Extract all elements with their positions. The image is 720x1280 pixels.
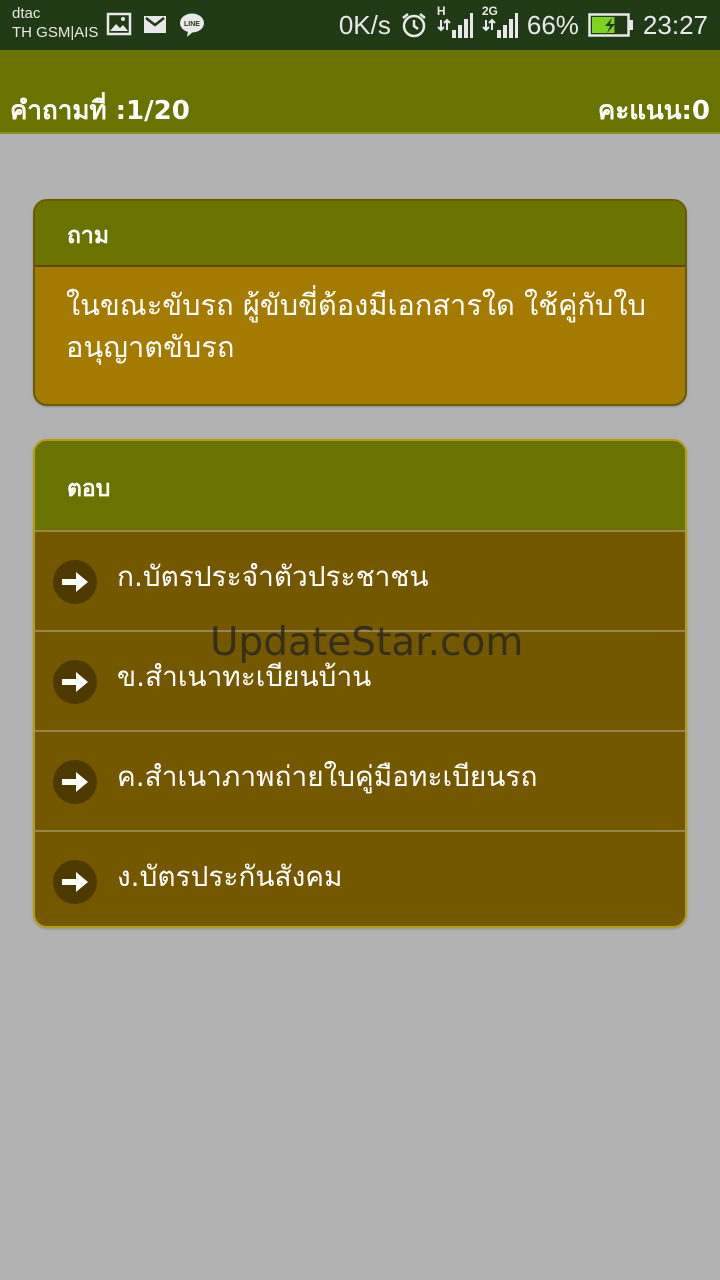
line-icon: LINE — [178, 12, 206, 38]
net-type-label-2: 2G — [481, 4, 498, 18]
arrow-right-icon — [53, 660, 97, 704]
notification-icons: LINE — [106, 12, 206, 38]
score-label: คะแนน:0 — [597, 96, 710, 126]
answer-card: ตอบ ก.บัตรประจำตัวประชาชน ข.สำเนาทะเบียน… — [33, 439, 687, 928]
app-bar: คำถามที่ :1/20 คะแนน:0 — [0, 50, 720, 134]
net-speed: 0K/s — [338, 9, 391, 40]
question-counter: คำถามที่ :1/20 — [10, 96, 190, 126]
signal-icon-2g: 2G — [482, 4, 518, 40]
answer-heading: ตอบ — [35, 441, 685, 530]
answer-choice-d[interactable]: ง.บัตรประกันสังคม — [35, 830, 685, 926]
carrier-network: TH GSM|AIS — [12, 24, 99, 41]
battery-percent: 66% — [526, 9, 579, 40]
answer-choice-label: ค.สำเนาภาพถ่ายใบคู่มือทะเบียนรถ — [117, 760, 538, 793]
answer-choice-label: ข.สำเนาทะเบียนบ้าน — [117, 660, 372, 693]
answer-choice-b[interactable]: ข.สำเนาทะเบียนบ้าน — [35, 630, 685, 730]
question-text: ในขณะขับรถ ผู้ขับขี่ต้องมีเอกสารใด ใช้คู… — [66, 288, 646, 364]
battery-icon — [588, 12, 634, 38]
carrier-name: dtac — [12, 5, 41, 22]
question-heading: ถาม — [35, 201, 685, 267]
clock: 23:27 — [642, 9, 708, 40]
answer-choice-c[interactable]: ค.สำเนาภาพถ่ายใบคู่มือทะเบียนรถ — [35, 730, 685, 830]
signal-icon-h: H — [437, 4, 473, 40]
arrow-right-icon — [53, 560, 97, 604]
answer-choice-label: ก.บัตรประจำตัวประชาชน — [117, 560, 429, 593]
answer-choice-a[interactable]: ก.บัตรประจำตัวประชาชน — [35, 530, 685, 630]
carrier-info: dtac TH GSM|AIS — [12, 4, 98, 42]
arrow-right-icon — [53, 860, 97, 904]
arrow-right-icon — [53, 760, 97, 804]
question-card: ถาม ในขณะขับรถ ผู้ขับขี่ต้องมีเอกสารใด ใ… — [33, 199, 687, 406]
net-type-label: H — [436, 4, 446, 18]
status-right: 0K/s H 2G 66% 23:27 — [338, 4, 708, 42]
svg-text:LINE: LINE — [184, 21, 200, 28]
status-bar: dtac TH GSM|AIS LINE 0K/s H 2G 66% 23:27 — [0, 0, 720, 50]
gmail-icon — [142, 12, 168, 38]
alarm-icon — [400, 11, 428, 39]
answer-choice-label: ง.บัตรประกันสังคม — [117, 860, 343, 893]
image-icon — [106, 12, 132, 38]
